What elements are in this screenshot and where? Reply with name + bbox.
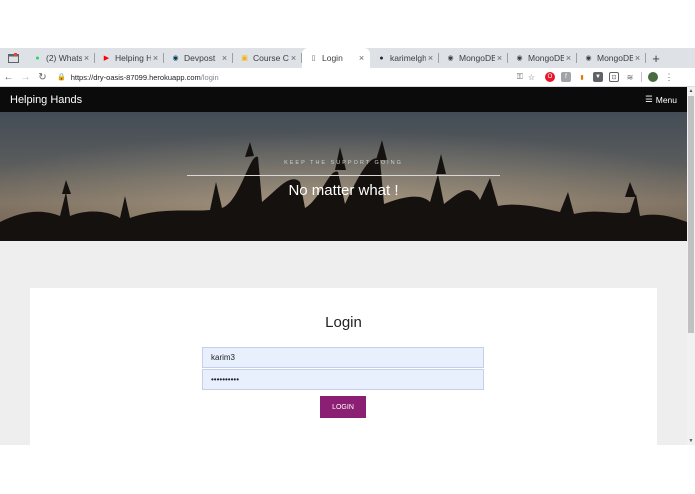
tab-title: karimelgh [390,53,426,63]
crowd-silhouette-image [0,112,687,241]
screenshot-extension-icon[interactable]: ⊡ [609,72,619,82]
url-path: /login [200,72,219,82]
tab-title: MongoDB [459,53,495,63]
page-scrollbar[interactable]: ▲ ▼ [687,87,695,445]
browser-tab[interactable]: ● karimelgh × [370,48,439,68]
chart-extension-icon[interactable]: ▮ [577,72,587,82]
username-input[interactable]: karim3 [202,347,484,368]
tab-close-icon[interactable]: × [220,53,229,63]
password-input[interactable]: •••••••••• [202,369,484,390]
browser-tab-strip: ●(2) WhatsApp×▶Helping Hands×◉Devpost×▣C… [0,48,695,68]
browser-tab[interactable]: ● (2) WhatsApp× [26,48,95,68]
tab-title: MongoDB [597,53,633,63]
mongodb-icon: ◉ [516,55,523,62]
hamburger-icon: ☰ [645,94,653,104]
hero-banner: KEEP THE SUPPORT GOING No matter what ! [0,112,687,241]
password-value: •••••••••• [211,375,240,384]
menu-button[interactable]: ☰ Menu [645,94,677,105]
course-icon: ▣ [241,55,248,62]
scroll-up-arrow-icon[interactable]: ▲ [687,87,695,95]
url-host: https://dry-oasis-87099.herokuapp.com [70,72,201,82]
bookmark-star-icon[interactable]: ☆ [528,73,535,82]
tab-close-icon[interactable]: × [357,53,366,63]
youtube-icon: ▶ [103,55,110,62]
tab-title: Devpost [184,53,216,63]
pocket-extension-icon[interactable]: ▼ [593,72,603,82]
tab-title: Helping Hands [115,53,151,63]
tab-title: (2) WhatsApp [46,53,82,63]
browser-toolbar: ← → ↻ 🔒 https://dry-oasis-87099.herokuap… [0,68,695,87]
tab-separator [645,53,646,63]
tab-search-icon[interactable] [0,48,26,68]
tab-title: MongoDB [528,53,564,63]
browser-tab[interactable]: ▣ Course Co× [233,48,302,68]
page-icon: ▯ [311,55,316,62]
address-bar[interactable]: 🔒 https://dry-oasis-87099.herokuapp.com /… [57,70,539,85]
page-viewport: Helping Hands ☰ Menu KEEP THE SUPPORT GO… [0,87,687,445]
browser-tab[interactable]: ◉ MongoDB × [577,48,646,68]
more-menu-icon[interactable]: ⋮ [664,72,674,82]
tab-close-icon[interactable]: × [426,53,435,63]
username-value: karim3 [211,353,236,362]
site-brand[interactable]: Helping Hands [10,94,82,106]
scrollbar-thumb[interactable] [688,96,694,333]
github-icon: ● [379,54,384,62]
tab-close-icon[interactable]: × [495,53,504,63]
key-icon[interactable]: ⚿ [517,72,523,82]
profile-avatar[interactable] [648,72,658,82]
forward-arrow-icon[interactable]: → [17,69,34,86]
hero-heading: No matter what ! [288,182,399,199]
back-arrow-icon[interactable]: ← [0,69,17,86]
hero-divider [187,175,500,176]
lock-icon: 🔒 [57,74,66,81]
tab-close-icon[interactable]: × [151,53,160,63]
tab-close-icon[interactable]: × [82,53,91,63]
browser-tab[interactable]: ◉ Devpost × [164,48,233,68]
browser-tab[interactable]: ▯ Login × [302,48,370,68]
scroll-down-arrow-icon[interactable]: ▼ [687,437,695,445]
screen-bottom-margin [0,445,695,494]
devpost-icon: ◉ [172,55,179,62]
menu-label: Menu [655,94,677,105]
tab-close-icon[interactable]: × [289,53,298,63]
extension-gray-icon[interactable]: f [561,72,571,82]
new-tab-plus-icon[interactable]: + [646,48,666,68]
tab-close-icon[interactable]: × [564,53,573,63]
tab-title: Login [322,53,343,63]
opera-extension-icon[interactable]: O [545,72,555,82]
hero-tagline: KEEP THE SUPPORT GOING [284,160,403,166]
mongodb-icon: ◉ [447,55,454,62]
login-title: Login [325,314,362,331]
login-card: Login karim3 •••••••••• LOGIN [30,288,657,445]
reload-icon[interactable]: ↻ [34,69,51,86]
tab-title: Course Co [253,53,289,63]
login-button[interactable]: LOGIN [320,396,366,418]
screen-top-margin [0,0,695,48]
browser-tab[interactable]: ◉ MongoDB × [439,48,508,68]
site-navbar: Helping Hands ☰ Menu [0,87,687,112]
tab-close-icon[interactable]: × [633,53,642,63]
whatsapp-icon: ● [35,54,40,62]
browser-tab[interactable]: ▶ Helping Hands× [95,48,164,68]
mongodb-icon: ◉ [585,55,592,62]
browser-tab[interactable]: ◉ MongoDB × [508,48,577,68]
stack-extension-icon[interactable]: ≋ [625,72,635,82]
